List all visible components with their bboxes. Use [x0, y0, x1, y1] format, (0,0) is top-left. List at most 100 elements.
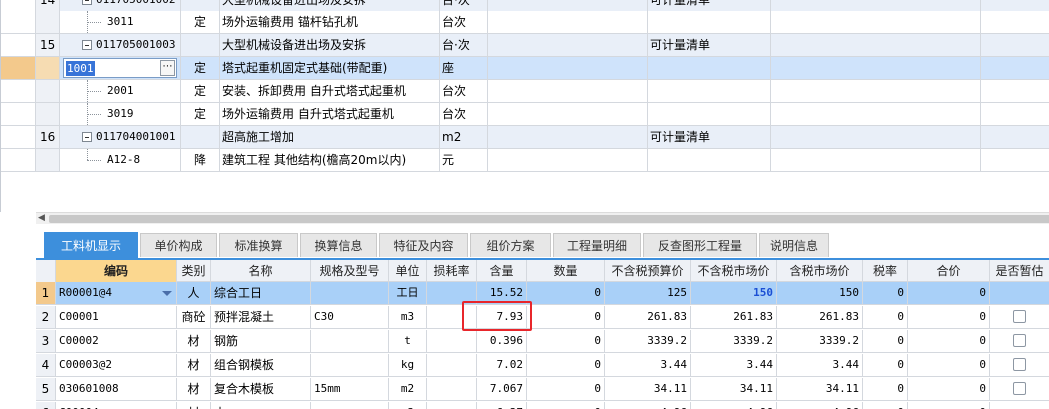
- top-row[interactable]: 1001 ⋯ 定塔式起重机固定式基础(带配重) 座: [1, 57, 1049, 80]
- cell-temp[interactable]: [990, 402, 1049, 409]
- resource-row[interactable]: 1 R00001@4 人综合工日 工日 15.52 0 125 150 150 0 0: [36, 282, 1049, 305]
- cell-spec[interactable]: [311, 354, 389, 376]
- dropdown-arrow-icon[interactable]: [162, 291, 172, 296]
- cell-qty[interactable]: 7.067: [477, 378, 527, 400]
- cell-code[interactable]: C00004: [56, 402, 177, 409]
- tab-8[interactable]: 说明信息: [759, 233, 829, 257]
- code-edit-text[interactable]: 1001: [66, 61, 95, 76]
- header-cat[interactable]: 类别: [177, 260, 211, 282]
- code-cell[interactable]: 3011: [60, 11, 181, 33]
- resource-row[interactable]: 5 030601008 材复合木模板 15mm m2 7.067 0 34.11 34.11 34…: [36, 378, 1049, 401]
- provisional-checkbox[interactable]: [1013, 358, 1026, 371]
- cell-p2[interactable]: 261.83: [691, 306, 777, 328]
- header-name[interactable]: 名称: [211, 260, 311, 282]
- code-cell[interactable]: 2001: [60, 80, 181, 102]
- cell-amt[interactable]: 0: [527, 282, 605, 304]
- cell-sum[interactable]: 0: [908, 330, 990, 352]
- scrollbar-thumb[interactable]: [49, 215, 1049, 223]
- cell-spec[interactable]: C30: [311, 306, 389, 328]
- top-row[interactable]: 15 011705001003 大型机械设备进出场及安拆 台·次 可计量清单: [1, 34, 1049, 57]
- cell-tax[interactable]: 0: [863, 282, 908, 304]
- cell-tax[interactable]: 0: [863, 354, 908, 376]
- header-temp[interactable]: 是否暂估: [990, 260, 1049, 282]
- cell-qty[interactable]: 15.52: [477, 282, 527, 304]
- cell-tax[interactable]: 0: [863, 306, 908, 328]
- collapse-icon[interactable]: [82, 40, 92, 50]
- cell-loss[interactable]: [427, 402, 477, 409]
- cell-code[interactable]: 030601008: [56, 378, 177, 400]
- code-cell[interactable]: 011705001003: [60, 34, 181, 56]
- cell-p1[interactable]: 125: [605, 282, 691, 304]
- cell-unit[interactable]: t: [389, 330, 427, 352]
- cell-name[interactable]: 复合木模板: [211, 378, 311, 400]
- cell-spec[interactable]: [311, 402, 389, 409]
- header-sum[interactable]: 合价: [908, 260, 990, 282]
- cell-temp[interactable]: [990, 378, 1049, 400]
- cell-code[interactable]: C00001: [56, 306, 177, 328]
- cell-p3[interactable]: 150: [777, 282, 863, 304]
- cell-cat[interactable]: 材: [177, 402, 211, 409]
- cell-unit[interactable]: m3: [389, 402, 427, 409]
- cell-amt[interactable]: 0: [527, 330, 605, 352]
- cell-name[interactable]: 钢筋: [211, 330, 311, 352]
- header-amt[interactable]: 数量: [527, 260, 605, 282]
- header-p1[interactable]: 不含税预算价: [605, 260, 691, 282]
- cell-p1[interactable]: 3.44: [605, 354, 691, 376]
- cell-p1[interactable]: 261.83: [605, 306, 691, 328]
- tab-6[interactable]: 工程量明细: [553, 233, 641, 257]
- cell-name[interactable]: 预拌混凝土: [211, 306, 311, 328]
- cell-amt[interactable]: 0: [527, 378, 605, 400]
- header-unit[interactable]: 单位: [389, 260, 427, 282]
- cell-name[interactable]: 组合钢模板: [211, 354, 311, 376]
- cell-loss[interactable]: [427, 354, 477, 376]
- horizontal-scrollbar[interactable]: ◀: [36, 212, 1049, 224]
- cell-qty[interactable]: 7.93: [477, 306, 527, 328]
- provisional-checkbox[interactable]: [1013, 382, 1026, 395]
- cell-unit[interactable]: m3: [389, 306, 427, 328]
- header-spec[interactable]: 规格及型号: [311, 260, 389, 282]
- cell-loss[interactable]: [427, 378, 477, 400]
- cell-temp[interactable]: [990, 282, 1049, 304]
- code-cell[interactable]: 011704001001: [60, 126, 181, 148]
- cell-name[interactable]: 水: [211, 402, 311, 409]
- cell-code[interactable]: C00003@2: [56, 354, 177, 376]
- top-row[interactable]: A12-8 降建筑工程 其他结构(檐高20m以内) 元: [1, 149, 1049, 172]
- cell-code[interactable]: C00002: [56, 330, 177, 352]
- cell-p2[interactable]: 34.11: [691, 378, 777, 400]
- resource-row[interactable]: 4 C00003@2 材组合钢模板 kg 7.02 0 3.44 3.44 3.44 0 0: [36, 354, 1049, 377]
- scroll-left-icon[interactable]: ◀: [38, 213, 46, 224]
- cell-sum[interactable]: 0: [908, 402, 990, 409]
- cell-p3[interactable]: 261.83: [777, 306, 863, 328]
- tab-7[interactable]: 反查图形工程量: [643, 233, 757, 257]
- ellipsis-button[interactable]: ⋯: [160, 60, 175, 76]
- tab-1[interactable]: 单价构成: [140, 233, 217, 257]
- collapse-icon[interactable]: [82, 132, 92, 142]
- header-qty[interactable]: 含量: [477, 260, 527, 282]
- cell-loss[interactable]: [427, 306, 477, 328]
- cell-spec[interactable]: [311, 330, 389, 352]
- code-cell[interactable]: 3019: [60, 103, 181, 125]
- cell-p1[interactable]: 3339.2: [605, 330, 691, 352]
- cell-loss[interactable]: [427, 330, 477, 352]
- cell-sum[interactable]: 0: [908, 306, 990, 328]
- cell-p3[interactable]: 3.44: [777, 354, 863, 376]
- cell-p2[interactable]: 3339.2: [691, 330, 777, 352]
- cell-temp[interactable]: [990, 306, 1049, 328]
- cell-code[interactable]: R00001@4: [56, 282, 177, 304]
- tab-0[interactable]: 工料机显示: [44, 232, 138, 258]
- cell-unit[interactable]: 工日: [389, 282, 427, 304]
- cell-p3[interactable]: 34.11: [777, 378, 863, 400]
- cell-spec[interactable]: 15mm: [311, 378, 389, 400]
- resource-row[interactable]: 3 C00002 材钢筋 t 0.396 0 3339.2 3339.2 3339.2 0 0: [36, 330, 1049, 353]
- cell-spec[interactable]: [311, 282, 389, 304]
- top-row[interactable]: 3019 定场外运输费用 自升式塔式起重机 台次: [1, 103, 1049, 126]
- code-edit-field[interactable]: 1001 ⋯: [63, 58, 177, 78]
- cell-cat[interactable]: 材: [177, 378, 211, 400]
- cell-unit[interactable]: m2: [389, 378, 427, 400]
- provisional-checkbox[interactable]: [1013, 310, 1026, 323]
- header-loss[interactable]: 损耗率: [427, 260, 477, 282]
- cell-unit[interactable]: kg: [389, 354, 427, 376]
- resource-row[interactable]: 6C00004材水m36.3704.964.964.9600: [36, 402, 1049, 409]
- cell-tax[interactable]: 0: [863, 330, 908, 352]
- code-cell[interactable]: A12-8: [60, 149, 181, 171]
